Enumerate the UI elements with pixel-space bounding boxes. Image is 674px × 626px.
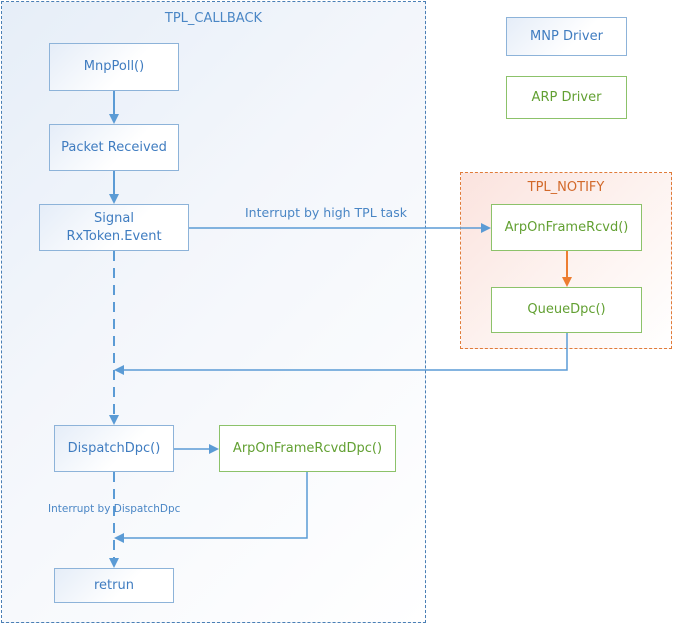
node-arponframercvd-label: ArpOnFrameRcvd() [504,219,629,235]
node-arponframercvddpc-label: ArpOnFrameRcvdDpc() [232,440,383,456]
node-mnppoll: MnpPoll() [49,43,179,91]
node-arponframercvd: ArpOnFrameRcvd() [491,204,642,251]
legend-mnp-driver-label: MNP Driver [530,28,603,44]
node-signal-line1: Signal [94,210,134,226]
node-arponframercvddpc: ArpOnFrameRcvdDpc() [219,425,396,472]
node-dispatchdpc-label: DispatchDpc() [67,440,161,456]
tpl-callback-label: TPL_CALLBACK [164,11,263,26]
node-packet-received-label: Packet Received [61,139,167,155]
edge-label-interrupt-dispatch: Interrupt by DispatchDpc [48,503,181,515]
node-queuedpc: QueueDpc() [491,287,642,333]
tpl-callback-container: TPL_CALLBACK [1,1,426,623]
node-queuedpc-label: QueueDpc() [527,302,606,317]
node-signal-line2: RxToken.Event [66,228,162,244]
legend-arp-driver-label: ARP Driver [531,89,602,105]
edge-label-interrupt-high-tpl: Interrupt by high TPL task [245,205,407,220]
node-packet-received: Packet Received [49,124,179,171]
node-retrun: retrun [54,568,174,603]
legend-mnp-driver: MNP Driver [506,17,627,56]
node-retrun-label: retrun [94,577,134,593]
node-signal-rxtoken-event: Signal RxToken.Event [39,204,189,251]
node-mnppoll-label: MnpPoll() [83,59,145,74]
tpl-notify-label: TPL_NOTIFY [527,180,605,195]
legend-arp-driver: ARP Driver [506,76,627,119]
node-dispatchdpc: DispatchDpc() [54,425,174,472]
